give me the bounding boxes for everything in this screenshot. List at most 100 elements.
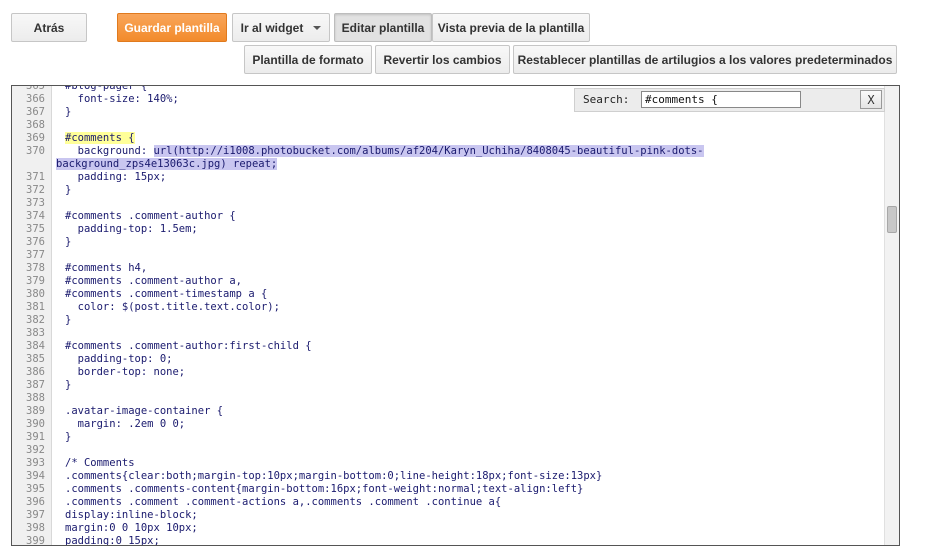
code-line: 371 padding: 15px; [12, 171, 887, 184]
code-text: border-top: none; [65, 366, 186, 378]
line-number: 374 [26, 210, 45, 222]
code-text: .comments .comment .comment-actions a,.c… [65, 496, 502, 508]
code-line: 380 #comments .comment-timestamp a { [12, 288, 887, 301]
code-line: 381 color: $(post.title.text.color); [12, 301, 887, 314]
code-editor[interactable]: 365 #blog-pager { 366 font-size: 140%; 367}… [11, 85, 900, 546]
code-line: background_zps4e13063c.jpg) repeat; [12, 158, 887, 171]
code-text: /* Comments [65, 457, 135, 469]
line-number: 381 [26, 301, 45, 313]
code-line: 397 display:inline-block; [12, 509, 887, 522]
line-number: 376 [26, 236, 45, 248]
format-template-button[interactable]: Plantilla de formato [244, 45, 372, 74]
line-number: 387 [26, 379, 45, 391]
scrollbar-thumb[interactable] [887, 206, 897, 233]
code-text: #comments .comment-timestamp a { [65, 288, 268, 300]
code-line: 393 /* Comments [12, 457, 887, 470]
line-number: 399 [26, 535, 45, 546]
line-number: 395 [26, 483, 45, 495]
code-line: 370 background: url(http://i1008.photobu… [12, 145, 887, 158]
code-line: 368 [12, 119, 887, 132]
code-text: } [65, 314, 72, 326]
search-panel: Search: X [574, 88, 885, 112]
code-line: 379 #comments .comment-author a, [12, 275, 887, 288]
line-number: 377 [26, 249, 45, 261]
line-number: 371 [26, 171, 45, 183]
code-text: } [65, 184, 72, 196]
line-number: 388 [26, 392, 45, 404]
line-number: 389 [26, 405, 45, 417]
line-number: 379 [26, 275, 45, 287]
line-number: 390 [26, 418, 45, 430]
code-text: #comments .comment-author:first-child { [65, 340, 312, 352]
line-number: 375 [26, 223, 45, 235]
code-text: #blog-pager { [65, 85, 148, 92]
line-number: 369 [26, 132, 45, 144]
code-text: .avatar-image-container { [65, 405, 224, 417]
line-number: 396 [26, 496, 45, 508]
save-template-button[interactable]: Guardar plantilla [117, 13, 227, 42]
code-text: background_zps4e13063c.jpg) repeat; [56, 158, 278, 170]
line-number: 394 [26, 470, 45, 482]
line-number: 365 [26, 85, 45, 92]
line-number: 378 [26, 262, 45, 274]
code-text: } [65, 106, 72, 118]
code-line: 376} [12, 236, 887, 249]
line-number: 385 [26, 353, 45, 365]
line-number: 366 [26, 93, 45, 105]
code-line: 372} [12, 184, 887, 197]
code-text: padding:0 15px; [65, 535, 160, 546]
search-input[interactable] [641, 91, 801, 108]
line-number: 391 [26, 431, 45, 443]
code-text: padding-top: 1.5em; [65, 223, 198, 235]
search-label: Search: [583, 93, 630, 106]
code-line: 396 .comments .comment .comment-actions a… [12, 496, 887, 509]
line-number: 393 [26, 457, 45, 469]
code-text: display:inline-block; [65, 509, 198, 521]
line-number: 380 [26, 288, 45, 300]
go-to-widget-dropdown[interactable]: Ir al widget [232, 13, 330, 42]
line-number [12, 158, 48, 171]
code-line: 374 #comments .comment-author { [12, 210, 887, 223]
code-text: } [65, 236, 72, 248]
line-number: 384 [26, 340, 45, 352]
code-text: .comments .comments-content{margin-botto… [65, 483, 584, 495]
code-line: 383 [12, 327, 887, 340]
code-text: #comments .comment-author a, [65, 275, 243, 287]
code-text: margin: .2em 0 0; [65, 418, 186, 430]
tab-template-preview[interactable]: Vista previa de la plantilla [432, 13, 590, 42]
line-number: 392 [26, 444, 45, 456]
reset-widget-templates-button[interactable]: Restablecer plantillas de artilugios a l… [513, 45, 897, 74]
revert-changes-button[interactable]: Revertir los cambios [375, 45, 510, 74]
code-text: #comments h4, [65, 262, 148, 274]
code-line: 391} [12, 431, 887, 444]
code-text: .comments{clear:both;margin-top:10px;mar… [65, 470, 603, 482]
code-line: 382} [12, 314, 887, 327]
back-button[interactable]: Atrás [11, 13, 87, 42]
vertical-scrollbar[interactable] [884, 86, 899, 545]
tab-edit-template[interactable]: Editar plantilla [334, 13, 432, 42]
code-line: 392 [12, 444, 887, 457]
code-text: #comments { [65, 132, 135, 144]
code-text: #comments .comment-author { [65, 210, 236, 222]
chevron-down-icon [313, 25, 322, 30]
code-text: margin:0 0 10px 10px; [65, 522, 198, 534]
code-line: 388 [12, 392, 887, 405]
code-text: padding-top: 0; [65, 353, 173, 365]
line-number: 367 [26, 106, 45, 118]
line-number: 373 [26, 197, 45, 209]
go-to-widget-label: Ir al widget [240, 20, 304, 35]
code-line: 378 #comments h4, [12, 262, 887, 275]
code-line: 369 #comments { [12, 132, 887, 145]
line-number: 382 [26, 314, 45, 326]
code-text: background: url(http://i1008.photobucket… [65, 145, 704, 157]
code-line: 386 border-top: none; [12, 366, 887, 379]
code-text: } [65, 431, 72, 443]
line-number: 368 [26, 119, 45, 131]
code-text: font-size: 140%; [65, 93, 179, 105]
close-search-button[interactable]: X [860, 90, 882, 109]
